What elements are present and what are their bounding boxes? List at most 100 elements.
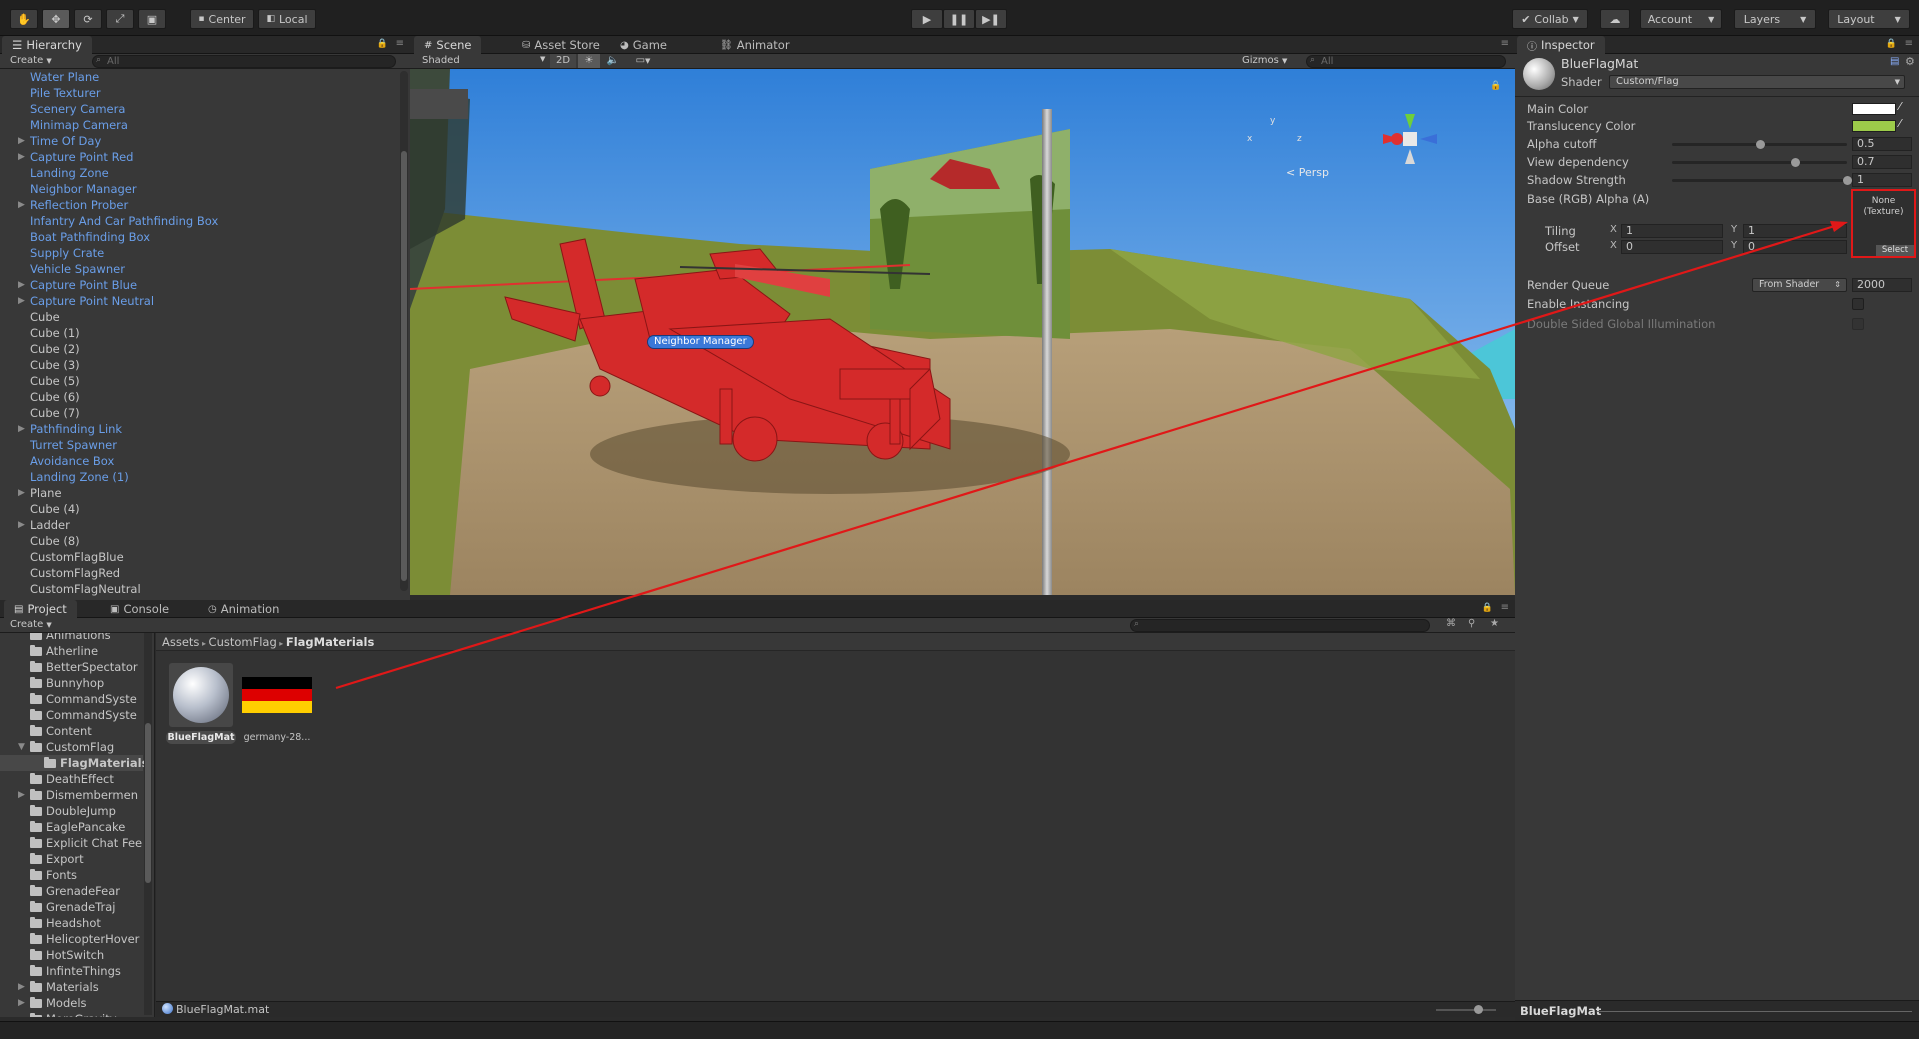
tab-inspector[interactable]: ⓘ Inspector: [1517, 36, 1605, 54]
tiling-y-field[interactable]: 1: [1743, 224, 1847, 238]
rect-tool-button[interactable]: ▣: [138, 9, 166, 29]
main-color-swatch[interactable]: [1852, 103, 1896, 115]
pause-button[interactable]: ❚❚: [943, 9, 975, 29]
asset-tile[interactable]: BlueFlagMat: [166, 663, 236, 749]
hierarchy-scroll-thumb[interactable]: [401, 151, 407, 581]
hierarchy-create-dropdown[interactable]: Create ▼: [10, 55, 52, 66]
preview-drag-line[interactable]: [1597, 1011, 1912, 1012]
translucency-color-swatch[interactable]: [1852, 120, 1896, 132]
expand-arrow-icon[interactable]: ▶: [18, 197, 25, 213]
panel-menu-icon[interactable]: ≡: [1501, 38, 1509, 49]
expand-arrow-icon[interactable]: ▶: [18, 277, 25, 293]
texture-select-button[interactable]: Select: [1876, 245, 1914, 256]
hierarchy-item[interactable]: ▶ Capture Point Blue: [0, 277, 395, 293]
eyedropper-icon[interactable]: ⁄: [1899, 117, 1901, 130]
lock-icon[interactable]: 🔒: [377, 39, 388, 49]
eyedropper-icon[interactable]: ⁄: [1899, 100, 1901, 113]
panel-menu-icon[interactable]: ≡: [396, 38, 404, 49]
folder-tree-item[interactable]: BetterSpectator: [0, 659, 143, 675]
folder-tree-item[interactable]: MoreGravity: [0, 1011, 143, 1017]
base-texture-slot[interactable]: None (Texture) Select: [1851, 189, 1916, 258]
expand-arrow-icon[interactable]: ▶: [18, 787, 25, 803]
expand-arrow-icon[interactable]: ▶: [18, 995, 25, 1011]
lock-icon[interactable]: 🔒: [1886, 39, 1897, 49]
step-button[interactable]: ▶❚: [975, 9, 1007, 29]
expand-arrow-icon[interactable]: ▶: [18, 133, 25, 149]
hierarchy-item[interactable]: Cube (6): [0, 389, 395, 405]
hierarchy-item[interactable]: Boat Pathfinding Box: [0, 229, 395, 245]
breadcrumb-item[interactable]: CustomFlag: [209, 635, 277, 649]
icon-size-slider-thumb[interactable]: [1474, 1005, 1483, 1014]
hierarchy-item[interactable]: Cube: [0, 309, 395, 325]
play-button[interactable]: ▶: [911, 9, 943, 29]
collab-dropdown[interactable]: ✔ Collab ▼: [1512, 9, 1588, 29]
folder-tree-item[interactable]: Content: [0, 723, 143, 739]
hierarchy-search-input[interactable]: ⌕ All: [92, 55, 396, 68]
hierarchy-item[interactable]: Scenery Camera: [0, 101, 395, 117]
shadow-strength-slider[interactable]: [1672, 179, 1847, 182]
hierarchy-item[interactable]: Supply Crate: [0, 245, 395, 261]
hierarchy-item[interactable]: Infantry And Car Pathfinding Box: [0, 213, 395, 229]
shadow-strength-slider-thumb[interactable]: [1843, 176, 1852, 185]
hierarchy-item[interactable]: ▶ Pathfinding Link: [0, 421, 395, 437]
expand-arrow-icon[interactable]: ▶: [18, 421, 25, 437]
hierarchy-item[interactable]: ▶ Capture Point Neutral: [0, 293, 395, 309]
tab-animator[interactable]: ⛓ Animator: [710, 36, 800, 54]
hierarchy-item[interactable]: Cube (1): [0, 325, 395, 341]
expand-arrow-icon[interactable]: ▶: [18, 517, 25, 533]
hierarchy-item[interactable]: Turret Spawner: [0, 437, 395, 453]
layout-dropdown[interactable]: Layout ▼: [1828, 9, 1910, 29]
help-book-icon[interactable]: ▤: [1890, 56, 1899, 67]
folder-tree-item[interactable]: ▶ Models: [0, 995, 143, 1011]
tiling-x-field[interactable]: 1: [1621, 224, 1723, 238]
breadcrumb-item[interactable]: FlagMaterials: [286, 635, 374, 649]
2d-toggle[interactable]: 2D: [550, 54, 576, 68]
hierarchy-item[interactable]: CustomFlagRed: [0, 565, 395, 581]
tab-hierarchy[interactable]: ☰ Hierarchy: [2, 36, 92, 54]
folder-tree-item[interactable]: Atherline: [0, 643, 143, 659]
folder-tree-item[interactable]: Explicit Chat Fee: [0, 835, 143, 851]
tab-project[interactable]: ▤ Project: [4, 600, 77, 618]
rotate-tool-button[interactable]: ⟳: [74, 9, 102, 29]
hierarchy-item[interactable]: Landing Zone: [0, 165, 395, 181]
enable-instancing-checkbox[interactable]: [1852, 298, 1864, 310]
expand-arrow-icon[interactable]: ▶: [18, 293, 25, 309]
folder-tree-item[interactable]: FlagMaterials: [0, 755, 148, 771]
alpha-cutoff-slider-thumb[interactable]: [1755, 140, 1765, 149]
folder-tree-item[interactable]: HotSwitch: [0, 947, 143, 963]
folder-tree-item[interactable]: Fonts: [0, 867, 143, 883]
hierarchy-item[interactable]: Cube (7): [0, 405, 395, 421]
folder-tree-item[interactable]: Bunnyhop: [0, 675, 143, 691]
tab-game[interactable]: ◕ Game: [610, 36, 677, 54]
effects-dropdown[interactable]: ▭▼: [628, 54, 658, 68]
offset-y-field[interactable]: 0: [1743, 240, 1847, 254]
tree-scrollbar[interactable]: [144, 633, 152, 1015]
tab-animation[interactable]: ◷ Animation: [198, 600, 289, 618]
view-dependency-slider-thumb[interactable]: [1790, 158, 1800, 167]
shading-mode-dropdown[interactable]: Shaded ▼: [422, 55, 545, 66]
hierarchy-item[interactable]: CustomFlagNeutral: [0, 581, 395, 597]
scene-viewport[interactable]: y x z 🔒 < Persp Neighbor Manager: [410, 69, 1515, 595]
folder-tree-item[interactable]: ▶ Materials: [0, 979, 143, 995]
gizmos-dropdown[interactable]: Gizmos ▼: [1242, 55, 1287, 66]
hierarchy-item[interactable]: Minimap Camera: [0, 117, 395, 133]
hierarchy-item[interactable]: ▶ Time Of Day: [0, 133, 395, 149]
cloud-button[interactable]: ☁: [1600, 9, 1630, 29]
pivot-center-toggle[interactable]: ▪ Center: [190, 9, 254, 29]
hierarchy-item[interactable]: ▶ Ladder: [0, 517, 395, 533]
hand-tool-button[interactable]: ✋: [10, 9, 38, 29]
folder-tree-item[interactable]: DeathEffect: [0, 771, 143, 787]
asset-tile[interactable]: germany-28...: [242, 663, 312, 749]
hierarchy-item[interactable]: Pile Texturer: [0, 85, 395, 101]
scale-tool-button[interactable]: ⤢: [106, 9, 134, 29]
tab-scene[interactable]: # Scene: [414, 36, 482, 54]
gear-icon[interactable]: ⚙: [1905, 55, 1915, 68]
audio-toggle[interactable]: 🔈: [602, 54, 624, 68]
hierarchy-item[interactable]: ▶ Capture Point Red: [0, 149, 395, 165]
expand-arrow-icon[interactable]: ▶: [18, 979, 25, 995]
folder-tree-item[interactable]: Headshot: [0, 915, 143, 931]
hierarchy-item[interactable]: Cube (4): [0, 501, 395, 517]
render-queue-field[interactable]: 2000: [1852, 278, 1912, 292]
render-queue-dropdown[interactable]: From Shader ⇕: [1752, 278, 1847, 292]
tab-asset-store[interactable]: ⛁ Asset Store: [512, 36, 610, 54]
